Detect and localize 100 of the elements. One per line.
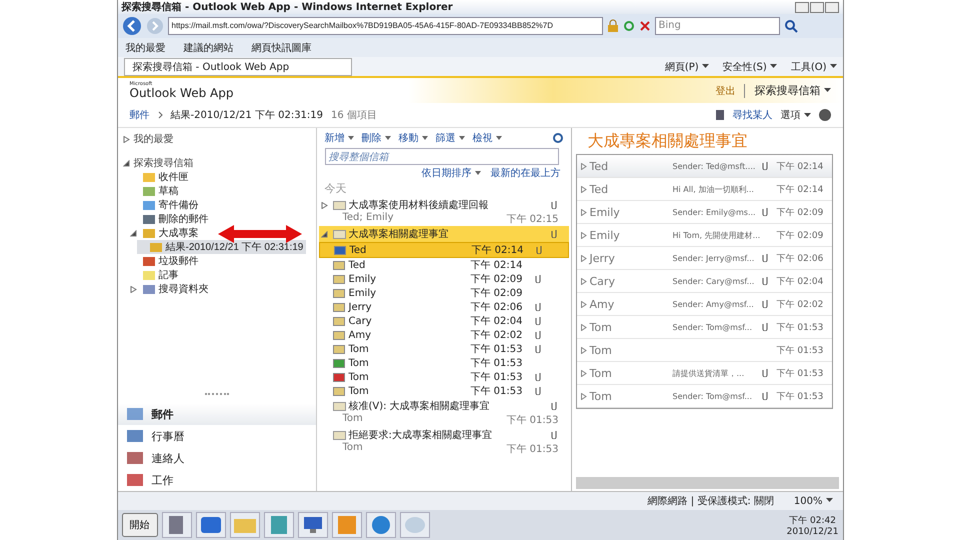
message-item[interactable]: Emily 下午 02:09 — [318, 272, 568, 286]
caret-icon — [770, 64, 777, 70]
maximize-button[interactable] — [810, 2, 824, 12]
caret-icon — [824, 88, 830, 94]
conversation-message[interactable]: Emily Sender: Emily@ms... 下午 02:09 — [576, 201, 832, 224]
conversation-message[interactable]: Emily Hi Tom, 先開使用建材... 下午 02:09 — [576, 224, 832, 247]
folder-item[interactable]: 寄件備份 — [130, 198, 202, 212]
caret-icon — [422, 136, 428, 140]
message-item[interactable]: Tom 下午 01:53 — [318, 384, 568, 398]
computer-icon[interactable] — [298, 512, 328, 538]
item-count: 16 個項目 — [331, 109, 377, 122]
folder-item[interactable]: 垃圾郵件 — [130, 254, 202, 268]
conversation-item[interactable]: 拒絕要求:大成專案相關處理事宜 Tom 下午 01:53 — [318, 427, 568, 456]
options-menu[interactable]: 選項 — [780, 108, 810, 122]
message-item[interactable]: Tom 下午 01:53 — [318, 370, 568, 384]
message-item[interactable]: Amy 下午 02:02 — [318, 328, 568, 342]
folder-item[interactable]: 搜尋資料夾 — [130, 282, 212, 296]
sort-menu[interactable]: 依日期排序 — [422, 166, 480, 180]
toolbar-menu[interactable]: 刪除 — [362, 131, 390, 145]
message-item[interactable]: Ted 下午 02:14 — [318, 258, 568, 272]
conversation-message[interactable]: Cary Sender: Cary@msf... 下午 02:04 — [576, 270, 832, 293]
expander-icon[interactable] — [320, 202, 328, 208]
expander-icon — [580, 232, 586, 238]
expander-icon[interactable] — [130, 286, 136, 292]
folder-item[interactable]: 結果-2010/12/21 下午 02:31:19 — [136, 240, 306, 254]
start-button[interactable]: 開始 — [122, 513, 158, 537]
search-field[interactable]: Bing — [654, 17, 780, 35]
nav-item[interactable]: 行事曆 — [118, 425, 316, 447]
minimize-button[interactable] — [794, 2, 808, 12]
command-menu[interactable]: 網頁(P) — [664, 60, 709, 74]
toolbar-menu[interactable]: 檢視 — [472, 131, 502, 145]
zoom-menu[interactable]: 100% — [794, 496, 832, 506]
address-field[interactable]: https://mail.msft.com/owa/?DiscoverySearchMailbox%7BD919BA05-45A6-415F-80AD-7E09334BB852%7D — [168, 17, 602, 35]
expander-icon — [122, 136, 130, 142]
conversation-message[interactable]: Ted Sender: Ted@msft.... 下午 02:14 — [576, 155, 832, 178]
expander-icon — [580, 300, 586, 308]
favorites-item[interactable]: 我的最愛 — [126, 40, 166, 54]
mailbox-node[interactable]: 探索搜尋信箱 — [122, 156, 194, 170]
security-zone: 網際網路 | 受保護模式: 關閉 — [648, 494, 774, 508]
caret-icon — [496, 136, 502, 140]
message-item[interactable]: Cary 下午 02:04 — [318, 314, 568, 328]
sort-order-link[interactable]: 最新的在最上方 — [490, 166, 560, 180]
find-someone-link[interactable]: 尋找某人 — [732, 108, 772, 122]
message-item[interactable]: Emily 下午 02:09 — [318, 286, 568, 300]
caret-icon — [826, 498, 832, 504]
favorites-item[interactable]: 建議的網站 — [184, 40, 234, 54]
toolbar-menu[interactable]: 新增 — [324, 131, 354, 145]
message-item[interactable]: Jerry 下午 02:06 — [318, 300, 568, 314]
expander-icon[interactable] — [320, 230, 328, 238]
folder-item[interactable]: 收件匣 — [130, 170, 192, 184]
message-item[interactable]: Tom 下午 01:53 — [318, 356, 568, 370]
folder-item[interactable]: 記事 — [130, 268, 182, 282]
conversation-message[interactable]: Tom 請提供送貨清單，... 下午 01:53 — [576, 362, 832, 385]
nav-item[interactable]: 連絡人 — [118, 447, 316, 469]
clock-date: 2010/12/21 — [786, 526, 838, 536]
expander-icon — [580, 346, 586, 354]
folder-name: 結果-2010/12/21 下午 02:31:19 — [170, 109, 324, 122]
expander-icon — [580, 254, 586, 262]
expander-icon — [580, 370, 586, 376]
toolbar-menu[interactable]: 篩選 — [436, 131, 464, 145]
nav-item[interactable]: 郵件 — [118, 403, 316, 425]
close-button[interactable] — [824, 2, 838, 12]
expander-icon — [580, 278, 586, 284]
favorites-node[interactable]: 我的最愛 — [122, 132, 174, 146]
caret-icon — [830, 64, 836, 70]
lock-icon — [606, 19, 618, 33]
expander-icon — [580, 324, 586, 330]
conversation-item[interactable]: 核准(V): 大成專案相關處理事宜 Tom 下午 01:53 — [318, 398, 568, 427]
app-logo: Outlook Web App — [130, 87, 234, 99]
conversation-message[interactable]: Ted Hi All, 加油一切順利... 下午 02:14 — [576, 178, 832, 201]
conversation-item[interactable]: 大成專案使用材料後續處理回報 Ted; Emily 下午 02:15 — [318, 197, 568, 226]
conversation-message[interactable]: Amy Sender: Amy@msf... 下午 02:02 — [576, 293, 832, 316]
conversation-message[interactable]: Tom 下午 01:53 — [576, 339, 832, 362]
mailbox-menu[interactable]: 探索搜尋信箱 — [754, 83, 830, 98]
horizontal-scrollbar[interactable] — [576, 477, 838, 489]
folder-item[interactable]: 大成專案 — [130, 226, 202, 240]
command-menu[interactable]: 工具(O) — [790, 60, 836, 74]
folder-item[interactable]: 草稿 — [130, 184, 182, 198]
conversation-message[interactable]: Jerry Sender: Jerry@msf... 下午 02:06 — [576, 247, 832, 270]
stop-icon[interactable] — [638, 20, 650, 32]
expander-icon[interactable] — [130, 230, 136, 236]
caret-icon — [458, 136, 464, 140]
command-menu[interactable]: 安全性(S) — [722, 60, 777, 74]
favorites-item[interactable]: 網頁快訊圖庫 — [252, 40, 312, 54]
clock-time: 下午 02:42 — [789, 514, 836, 526]
nav-item[interactable]: 工作 — [118, 469, 316, 491]
conversation-message[interactable]: Tom Sender: Tom@msf... 下午 01:53 — [576, 385, 832, 408]
search-icon[interactable] — [784, 19, 798, 33]
message-item[interactable]: Ted 下午 02:14 — [318, 242, 568, 258]
conversation-message[interactable]: Tom Sender: Tom@msf... 下午 01:53 — [576, 316, 832, 339]
folder-item[interactable]: 刪除的郵件 — [130, 212, 212, 226]
mail-link[interactable]: 郵件 — [130, 108, 150, 122]
back-icon[interactable] — [122, 16, 142, 36]
sign-out-link[interactable]: 登出 — [716, 84, 744, 98]
browser-tab[interactable]: 探索搜尋信箱 - Outlook Web App — [124, 58, 352, 76]
conversation-item[interactable]: 大成專案相關處理事宜 — [318, 226, 568, 242]
expander-icon — [580, 162, 586, 170]
message-item[interactable]: Tom 下午 01:53 — [318, 342, 568, 356]
search-field[interactable]: 搜尋整個信箱 — [324, 148, 558, 165]
toolbar-menu[interactable]: 移動 — [398, 131, 428, 145]
